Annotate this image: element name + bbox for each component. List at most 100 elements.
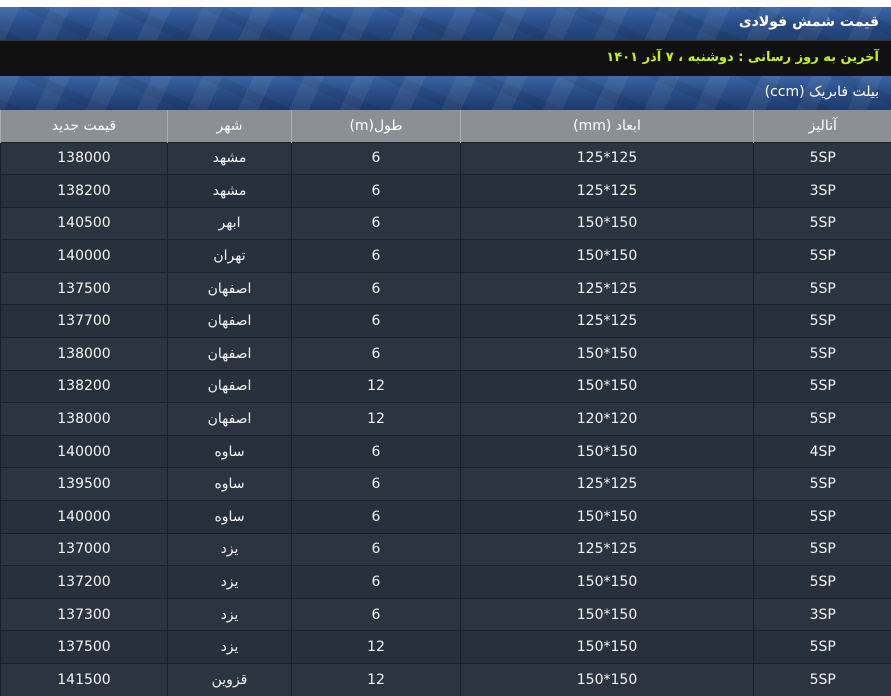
dimensions-cell: 150*150 (460, 206, 754, 240)
analysis-cell: 5SP (753, 239, 891, 273)
price-cell: 137200 (0, 565, 168, 599)
section-title: بیلت فابریک (ccm) (764, 84, 879, 100)
dimensions-cell: 150*150 (460, 663, 754, 696)
analysis-cell: 5SP (753, 532, 891, 566)
table-row: 5SP 125*125 6 ساوه 139500 (0, 467, 891, 501)
analysis-cell: 5SP (753, 565, 891, 599)
steel-price-widget: قیمت شمش فولادی آخرین به روز رسانی : دوش… (0, 0, 891, 696)
city-cell: اصفهان (167, 337, 292, 371)
price-table: آنالیز ابعاد (mm) طول(m) شهر قیمت جدید 5… (0, 110, 891, 696)
analysis-cell: 4SP (753, 434, 891, 468)
column-header-analysis[interactable]: آنالیز (753, 110, 891, 142)
price-cell: 137000 (0, 532, 168, 566)
city-cell: مشهد (167, 141, 292, 175)
analysis-cell: 5SP (753, 663, 891, 696)
city-cell: قزوین (167, 663, 292, 696)
analysis-cell: 5SP (753, 337, 891, 371)
table-row: 5SP 150*150 6 اصفهان 138000 (0, 337, 891, 371)
table-header-row: آنالیز ابعاد (mm) طول(m) شهر قیمت جدید (0, 110, 891, 142)
table-row: 5SP 150*150 6 ابهر 140500 (0, 206, 891, 240)
dimensions-cell: 150*150 (460, 337, 754, 371)
length-cell: 6 (291, 337, 461, 371)
city-cell: اصفهان (167, 304, 292, 338)
table-row: 5SP 150*150 12 اصفهان 138200 (0, 369, 891, 403)
length-cell: 6 (291, 141, 461, 175)
section-bar: بیلت فابریک (ccm) (0, 76, 891, 110)
length-cell: 6 (291, 239, 461, 273)
column-header-dimensions[interactable]: ابعاد (mm) (460, 110, 754, 142)
table-body: 5SP 125*125 6 مشهد 138000 3SP 125*125 6 مشهد 1382… (0, 141, 891, 696)
city-cell: ساوه (167, 500, 292, 534)
analysis-cell: 5SP (753, 402, 891, 436)
table-row: 5SP 125*125 6 اصفهان 137500 (0, 271, 891, 305)
column-header-length[interactable]: طول(m) (291, 110, 461, 142)
table-row: 3SP 150*150 6 یزد 137300 (0, 597, 891, 631)
city-cell: ساوه (167, 467, 292, 501)
analysis-cell: 5SP (753, 369, 891, 403)
price-cell: 137500 (0, 271, 168, 305)
price-cell: 140000 (0, 239, 168, 273)
price-cell: 138200 (0, 369, 168, 403)
table-row: 5SP 125*125 6 مشهد 138000 (0, 141, 891, 175)
dimensions-cell: 150*150 (460, 500, 754, 534)
length-cell: 6 (291, 206, 461, 240)
table-row: 3SP 125*125 6 مشهد 138200 (0, 174, 891, 208)
dimensions-cell: 120*120 (460, 402, 754, 436)
page-title: قیمت شمش فولادی (738, 14, 879, 30)
length-cell: 12 (291, 630, 461, 664)
dimensions-cell: 150*150 (460, 369, 754, 403)
dimensions-cell: 125*125 (460, 271, 754, 305)
table-row: 5SP 150*150 6 ساوه 140000 (0, 500, 891, 534)
dimensions-cell: 125*125 (460, 174, 754, 208)
price-cell: 137500 (0, 630, 168, 664)
length-cell: 6 (291, 467, 461, 501)
city-cell: اصفهان (167, 402, 292, 436)
analysis-cell: 5SP (753, 630, 891, 664)
table-row: 5SP 120*120 12 اصفهان 138000 (0, 402, 891, 436)
length-cell: 6 (291, 304, 461, 338)
dimensions-cell: 150*150 (460, 565, 754, 599)
price-cell: 139500 (0, 467, 168, 501)
analysis-cell: 5SP (753, 467, 891, 501)
table-row: 5SP 150*150 6 یزد 137200 (0, 565, 891, 599)
table-row: 5SP 125*125 6 یزد 137000 (0, 532, 891, 566)
table-row: 4SP 150*150 6 ساوه 140000 (0, 434, 891, 468)
length-cell: 6 (291, 532, 461, 566)
price-cell: 138000 (0, 337, 168, 371)
price-cell: 138200 (0, 174, 168, 208)
length-cell: 6 (291, 565, 461, 599)
city-cell: ساوه (167, 434, 292, 468)
analysis-cell: 3SP (753, 597, 891, 631)
table-row: 5SP 150*150 12 قزوین 141500 (0, 663, 891, 696)
city-cell: اصفهان (167, 271, 292, 305)
dimensions-cell: 125*125 (460, 532, 754, 566)
dimensions-cell: 125*125 (460, 467, 754, 501)
dimensions-cell: 125*125 (460, 304, 754, 338)
city-cell: یزد (167, 597, 292, 631)
price-cell: 140000 (0, 434, 168, 468)
city-cell: اصفهان (167, 369, 292, 403)
analysis-cell: 5SP (753, 141, 891, 175)
table-row: 5SP 125*125 6 اصفهان 137700 (0, 304, 891, 338)
dimensions-cell: 125*125 (460, 141, 754, 175)
price-cell: 138000 (0, 141, 168, 175)
city-cell: یزد (167, 630, 292, 664)
length-cell: 12 (291, 369, 461, 403)
length-cell: 6 (291, 500, 461, 534)
price-cell: 140000 (0, 500, 168, 534)
analysis-cell: 5SP (753, 304, 891, 338)
title-bar: قیمت شمش فولادی (0, 7, 891, 40)
analysis-cell: 5SP (753, 500, 891, 534)
analysis-cell: 3SP (753, 174, 891, 208)
column-header-price[interactable]: قیمت جدید (0, 110, 168, 142)
dimensions-cell: 150*150 (460, 239, 754, 273)
city-cell: یزد (167, 532, 292, 566)
column-header-city[interactable]: شهر (167, 110, 292, 142)
city-cell: یزد (167, 565, 292, 599)
city-cell: مشهد (167, 174, 292, 208)
dimensions-cell: 150*150 (460, 630, 754, 664)
table-row: 5SP 150*150 12 یزد 137500 (0, 630, 891, 664)
length-cell: 6 (291, 597, 461, 631)
dimensions-cell: 150*150 (460, 597, 754, 631)
length-cell: 12 (291, 402, 461, 436)
